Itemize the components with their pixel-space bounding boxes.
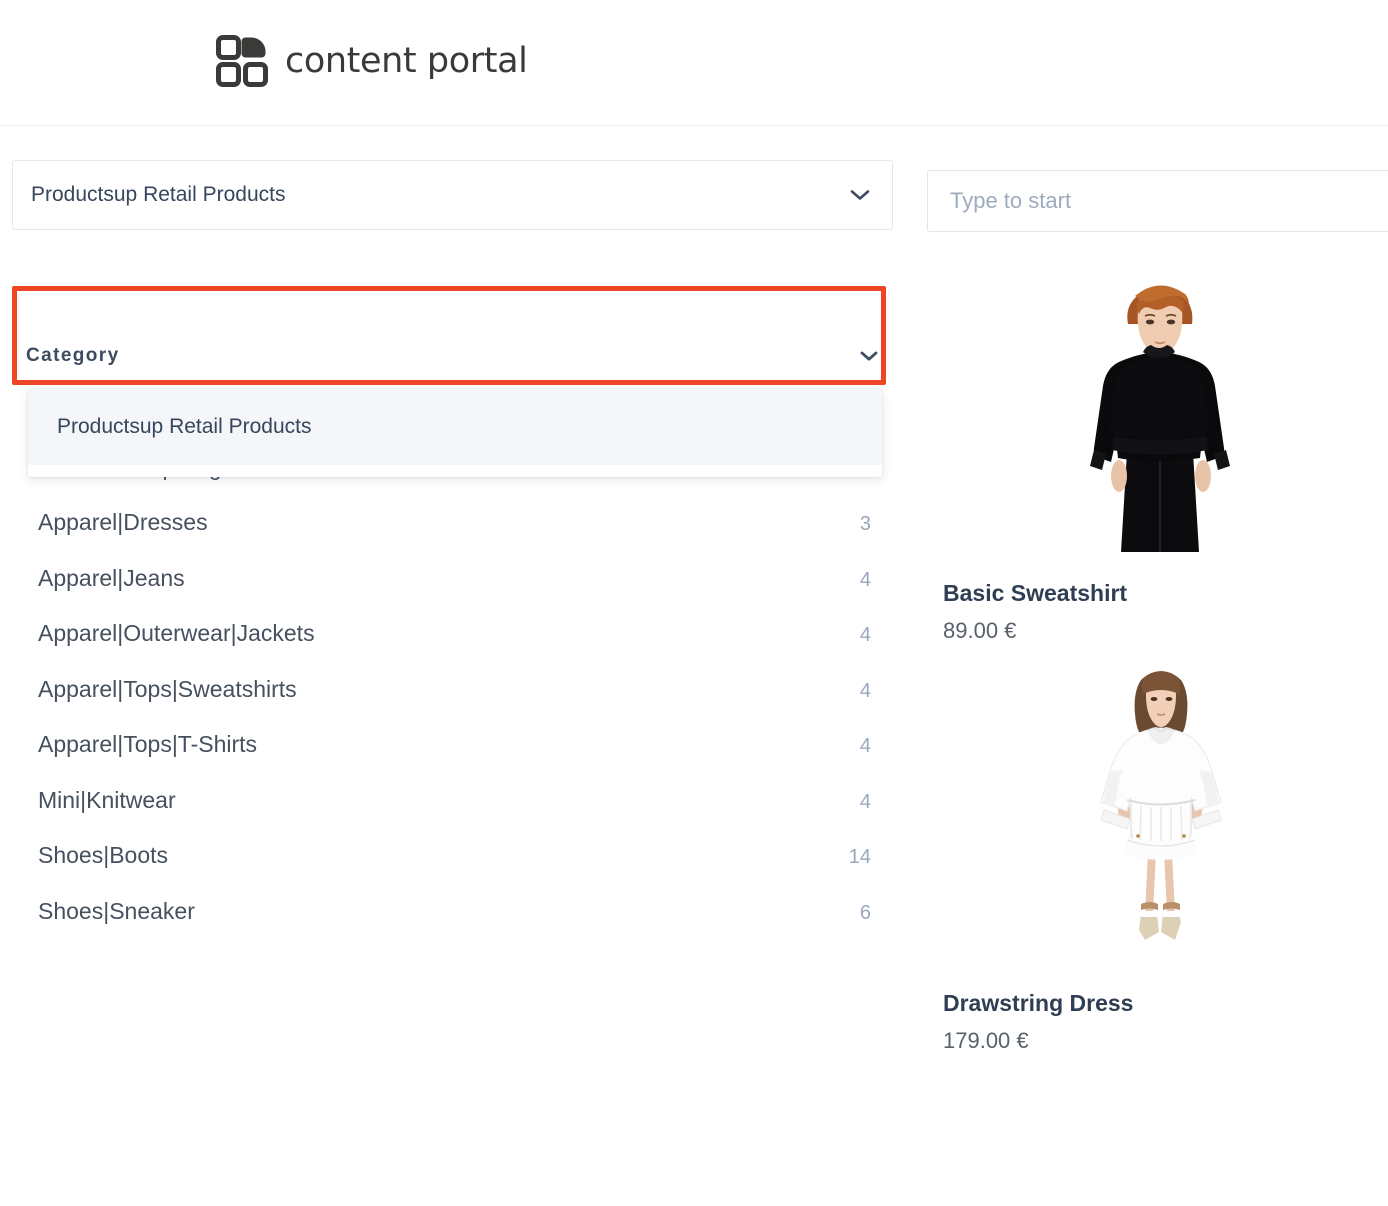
facet-item-count: 4 [859,735,871,757]
facet-item-label: Shoes|Sneaker [38,897,195,924]
brand[interactable]: content portal [216,34,528,87]
facet-item-label: Apparel|Tops|T-Shirts [38,731,258,757]
facet-item-label: Apparel|Outerwear|Jackets [38,620,315,646]
search-box[interactable] [927,170,1388,232]
content-portal-logo-icon [216,34,268,87]
chevron-down-icon[interactable] [859,350,879,362]
facet-item[interactable]: Apparel|Dresses 3 [12,509,893,565]
product-card[interactable]: Basic Sweatshirt 89.00 € [905,256,1388,644]
product-grid: Basic Sweatshirt 89.00 € Drawstring Dres… [905,256,1388,1054]
facet-item-count: 14 [848,846,871,868]
facet-item-label: Apparel|Tops|Sweatshirts [38,675,297,702]
product-price: 89.00 € [943,618,1017,643]
facet-item-count: 4 [859,624,871,646]
product-price: 179.00 € [943,1028,1029,1053]
facet-item-count: 4 [859,790,871,813]
facet-item[interactable]: Mini|Knitwear 4 [12,787,893,843]
female-model-white-drawstring-dress-image [1055,652,1265,962]
product-card[interactable]: Drawstring Dress 179.00 € [905,652,1388,1054]
facet-item[interactable]: Shoes|Sneaker 6 [12,898,893,954]
source-selector[interactable]: Productsup Retail Products [12,160,893,230]
product-title: Basic Sweatshirt [943,580,1128,606]
facet-item-count: 4 [859,568,871,591]
dropdown-option-0[interactable]: Productsup Retail Products [28,389,882,465]
source-selector-wrap: Productsup Retail Products [12,160,893,230]
facet-item[interactable]: Apparel|Tops|Sweatshirts 4 [12,676,893,732]
facet-item[interactable]: Shoes|Boots 14 [12,842,893,898]
facet-item[interactable]: Apparel|Outerwear|Jackets 4 [12,620,893,676]
facet-item-count: 6 [859,901,871,924]
left-pane: Productsup Retail Products Productsup Re… [0,126,905,953]
facet-item-count: 3 [859,513,871,535]
product-image [943,256,1388,552]
right-pane: Basic Sweatshirt 89.00 € [905,126,1388,1076]
facet-category-list: Accessories|Scarves 1 Accessories|Sungla… [12,398,893,953]
product-image [943,652,1388,962]
source-selector-dropdown[interactable]: Productsup Retail Products [28,389,882,477]
search-input[interactable] [948,187,1388,215]
facet-item-label: Shoes|Boots [38,842,169,868]
brand-name: content portal [285,40,528,81]
facet-item-label: Apparel|Dresses [38,509,208,535]
main-content: Productsup Retail Products Productsup Re… [0,126,1388,1076]
male-model-black-sweatshirt-image [1055,256,1265,552]
facet-item-count: 4 [859,679,871,702]
facet-item[interactable]: Apparel|Jeans 4 [12,565,893,621]
product-title: Drawstring Dress [943,990,1134,1016]
facet-item-label: Apparel|Jeans [38,564,185,591]
app-header: content portal [0,0,1388,126]
facet-item-label: Mini|Knitwear [38,786,176,813]
source-selector-value: Productsup Retail Products [31,183,286,206]
facet-item[interactable]: Apparel|Tops|T-Shirts 4 [12,731,893,787]
facet-category-title: Category [26,345,120,366]
chevron-down-icon[interactable] [850,189,870,201]
facet-category-header[interactable]: Category [12,336,893,376]
